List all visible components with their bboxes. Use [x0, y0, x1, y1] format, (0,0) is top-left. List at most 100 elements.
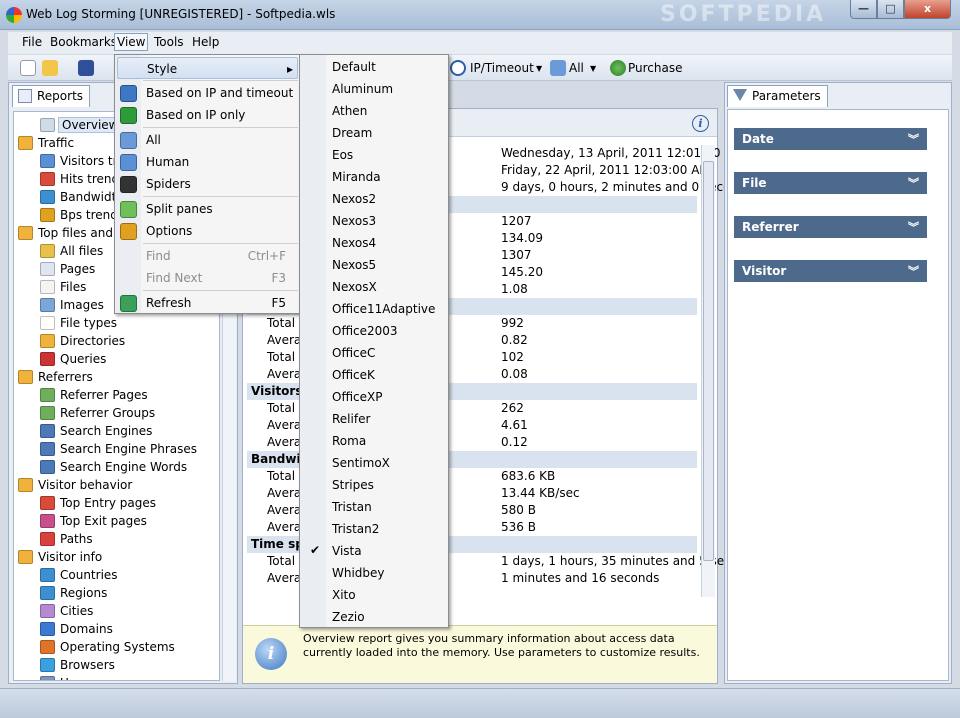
style-option-nexos5[interactable]: Nexos5 [302, 254, 448, 276]
tree-item[interactable]: Search Engines [40, 422, 218, 440]
tree-item[interactable]: Referrers [18, 368, 218, 386]
style-option-athen[interactable]: Athen [302, 100, 448, 122]
menu-file[interactable]: File [20, 35, 44, 49]
tree-item-label: Referrers [38, 370, 93, 384]
menu-separator [143, 243, 298, 244]
expand-chevron-icon[interactable]: ︾ [908, 219, 919, 235]
purchase-button[interactable]: Purchase [628, 61, 683, 75]
tree-item[interactable]: Search Engine Words [40, 458, 218, 476]
tree-item[interactable]: Top Entry pages [40, 494, 218, 512]
tree-item[interactable]: Referrer Groups [40, 404, 218, 422]
tree-item[interactable]: Search Engine Phrases [40, 440, 218, 458]
all-visitors-icon[interactable] [550, 60, 566, 76]
maximize-button[interactable]: □ [877, 0, 904, 19]
info-icon[interactable]: i [692, 115, 709, 132]
report-scrollbar[interactable] [701, 145, 715, 597]
menu-bar: File Bookmarks View Tools Help [8, 32, 952, 54]
style-option-nexos4[interactable]: Nexos4 [302, 232, 448, 254]
tree-item[interactable]: Top Exit pages [40, 512, 218, 530]
menu-tools[interactable]: Tools [152, 35, 186, 49]
view-menu-item-based-on-ip-and-timeout[interactable]: Based on IP and timeout [117, 82, 298, 104]
style-option-zezio[interactable]: Zezio [302, 606, 448, 628]
view-menu-item-spiders[interactable]: Spiders [117, 173, 298, 195]
tree-item[interactable]: Users [40, 674, 218, 680]
tree-item[interactable]: Countries [40, 566, 218, 584]
style-option-dream[interactable]: Dream [302, 122, 448, 144]
style-option-aluminum[interactable]: Aluminum [302, 78, 448, 100]
style-option-officexp[interactable]: OfficeXP [302, 386, 448, 408]
ip-timeout-dropdown-icon[interactable]: ▼ [536, 64, 542, 73]
all-filter-button[interactable]: All [569, 61, 584, 75]
tree-item[interactable]: Regions [40, 584, 218, 602]
menu-help[interactable]: Help [190, 35, 221, 49]
style-option-default[interactable]: Default [302, 56, 448, 78]
tree-item[interactable]: Directories [40, 332, 218, 350]
tree-item[interactable]: Queries [40, 350, 218, 368]
style-option-tristan2[interactable]: Tristan2 [302, 518, 448, 540]
style-option-nexos3[interactable]: Nexos3 [302, 210, 448, 232]
save-icon[interactable] [78, 60, 94, 76]
search-icon [40, 460, 55, 474]
view-menu-item-based-on-ip-only[interactable]: Based on IP only [117, 104, 298, 126]
style-option-stripes[interactable]: Stripes [302, 474, 448, 496]
parameters-tab[interactable]: Parameters [727, 85, 828, 107]
menu-view[interactable]: View [114, 33, 149, 51]
style-option-relifer[interactable]: Relifer [302, 408, 448, 430]
row-value: 992 [501, 316, 524, 330]
style-option-xito[interactable]: Xito [302, 584, 448, 606]
view-menu-item-all[interactable]: All [117, 129, 298, 151]
tree-item[interactable]: Visitor info [18, 548, 218, 566]
expand-chevron-icon[interactable]: ︾ [908, 131, 919, 147]
tree-item[interactable]: Referrer Pages [40, 386, 218, 404]
new-icon[interactable] [20, 60, 36, 76]
close-button[interactable]: x [904, 0, 951, 19]
purchase-icon[interactable] [610, 60, 626, 76]
style-option-vista[interactable]: ✔ Vista [302, 540, 448, 562]
view-menu-item-human[interactable]: Human [117, 151, 298, 173]
param-referrer-bar[interactable]: Referrer ︾ [734, 216, 927, 238]
style-option-officek[interactable]: OfficeK [302, 364, 448, 386]
minimize-button[interactable]: — [850, 0, 877, 19]
view-menu-item-refresh[interactable]: Refresh F5 [117, 292, 298, 314]
view-menu-item-options[interactable]: Options [117, 220, 298, 242]
tree-item[interactable]: Visitor behavior [18, 476, 218, 494]
all-dropdown-icon[interactable]: ▼ [590, 64, 596, 73]
style-option-whidbey[interactable]: Whidbey [302, 562, 448, 584]
ip-timeout-icon[interactable] [450, 60, 466, 76]
style-option-nexosx[interactable]: NexosX [302, 276, 448, 298]
style-option-officec[interactable]: OfficeC [302, 342, 448, 364]
tree-item[interactable]: File types [40, 314, 218, 332]
tree-item[interactable]: Domains [40, 620, 218, 638]
hint-box: i Overview report gives you summary info… [243, 625, 717, 683]
expand-chevron-icon[interactable]: ︾ [908, 175, 919, 191]
style-option-sentimox[interactable]: SentimoX [302, 452, 448, 474]
style-option-office2003[interactable]: Office2003 [302, 320, 448, 342]
row-value: Friday, 22 April, 2011 12:03:00 AM [501, 163, 710, 177]
scroll-thumb[interactable] [703, 161, 714, 561]
reports-tab[interactable]: Reports [12, 85, 91, 107]
folder-icon [18, 550, 33, 564]
style-option-label: Office2003 [332, 324, 398, 338]
ip-timeout-button[interactable]: IP/Timeout [470, 61, 534, 75]
row-value: 683.6 KB [501, 469, 556, 483]
view-menu-item-style[interactable]: Style ▸ [117, 57, 298, 79]
style-option-tristan[interactable]: Tristan [302, 496, 448, 518]
abc-icon [40, 316, 55, 330]
tree-item[interactable]: Operating Systems [40, 638, 218, 656]
menu-bookmarks[interactable]: Bookmarks [48, 35, 119, 49]
style-option-miranda[interactable]: Miranda [302, 166, 448, 188]
style-option-office11adaptive[interactable]: Office11Adaptive [302, 298, 448, 320]
style-option-nexos2[interactable]: Nexos2 [302, 188, 448, 210]
view-menu-item-split-panes[interactable]: Split panes [117, 198, 298, 220]
tree-item[interactable]: Browsers [40, 656, 218, 674]
style-option-eos[interactable]: Eos [302, 144, 448, 166]
tree-item[interactable]: Paths [40, 530, 218, 548]
param-date-bar[interactable]: Date ︾ [734, 128, 927, 150]
expand-chevron-icon[interactable]: ︾ [908, 263, 919, 279]
tree-item[interactable]: Cities [40, 602, 218, 620]
style-option-roma[interactable]: Roma [302, 430, 448, 452]
open-icon[interactable] [42, 60, 58, 76]
param-visitor-bar[interactable]: Visitor ︾ [734, 260, 927, 282]
param-file-bar[interactable]: File ︾ [734, 172, 927, 194]
folder-icon [40, 334, 55, 348]
